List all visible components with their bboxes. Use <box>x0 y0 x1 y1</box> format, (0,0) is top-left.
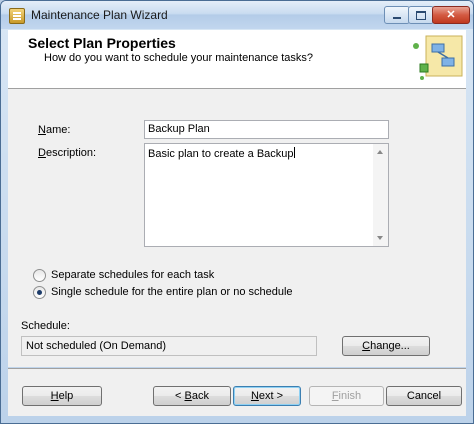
cancel-button[interactable]: Cancel <box>386 386 462 406</box>
description-label: Description: <box>38 147 97 159</box>
wizard-app-icon <box>9 8 25 24</box>
separate-schedules-label[interactable]: Separate schedules for each task <box>51 269 214 281</box>
single-schedule-radio[interactable] <box>33 286 46 299</box>
close-button[interactable]: ✕ <box>432 6 470 24</box>
separate-schedules-radio[interactable] <box>33 269 46 282</box>
text-caret <box>293 147 295 158</box>
title-bar[interactable]: Maintenance Plan Wizard ✕ <box>1 1 473 29</box>
wizard-footer: Help < Back Next > Finish Cancel <box>8 369 466 416</box>
help-button[interactable]: Help <box>22 386 102 406</box>
description-text: Basic plan to create a Backup <box>148 148 294 160</box>
description-input[interactable]: Basic plan to create a Backup <box>144 143 389 247</box>
back-button[interactable]: < Back <box>153 386 231 406</box>
name-label: Name: <box>38 124 71 136</box>
next-button[interactable]: Next > <box>233 386 301 406</box>
minimize-button[interactable] <box>384 6 410 24</box>
scroll-down-icon <box>377 236 383 240</box>
finish-button: Finish <box>309 386 384 406</box>
page-subtitle: How do you want to schedule your mainten… <box>44 52 314 64</box>
wizard-header: Select Plan Properties How do you want t… <box>8 30 466 89</box>
schedule-label: Schedule: <box>21 320 70 332</box>
wizard-window: Maintenance Plan Wizard ✕ Select Plan Pr… <box>0 0 474 424</box>
schedule-value-field: Not scheduled (On Demand) <box>21 336 317 356</box>
description-scrollbar[interactable] <box>373 144 388 246</box>
close-icon: ✕ <box>446 9 456 21</box>
maximize-button[interactable] <box>408 6 434 24</box>
wizard-body: Name: Backup Plan Description: Basic pla… <box>8 89 466 367</box>
single-schedule-label[interactable]: Single schedule for the entire plan or n… <box>51 286 293 298</box>
change-schedule-button[interactable]: Change... <box>342 336 430 356</box>
name-input[interactable]: Backup Plan <box>144 120 389 139</box>
plan-diagram-icon <box>413 35 463 80</box>
scroll-up-icon <box>377 150 383 154</box>
page-title: Select Plan Properties <box>28 35 176 51</box>
window-title: Maintenance Plan Wizard <box>31 8 168 22</box>
